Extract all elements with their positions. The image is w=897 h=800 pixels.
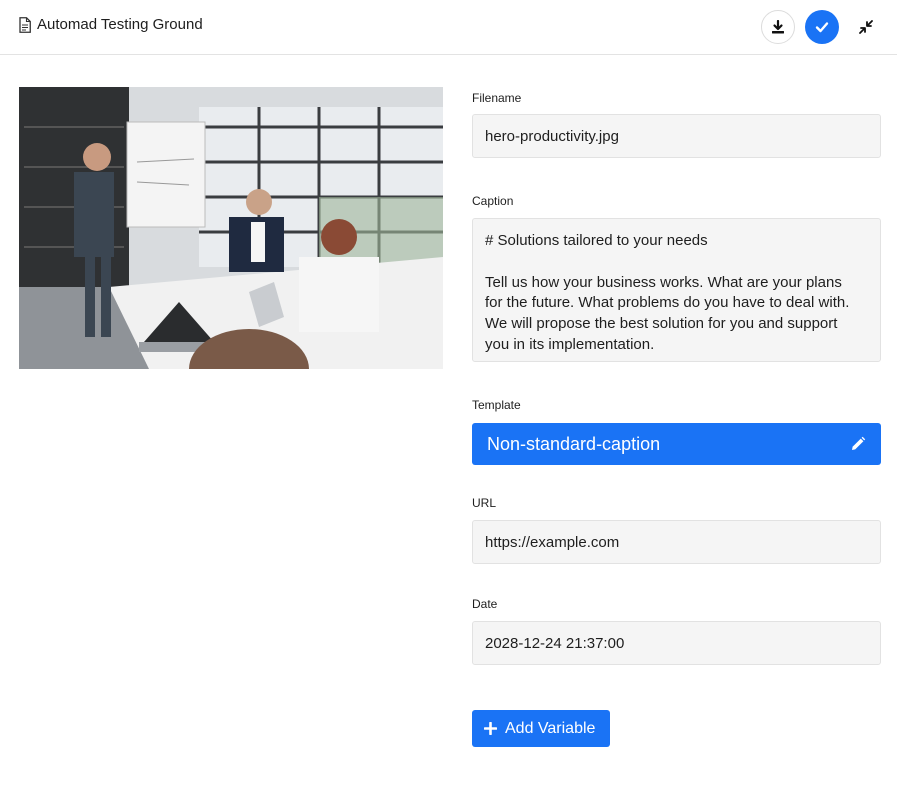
template-label: Template (472, 398, 521, 412)
document-icon (19, 16, 31, 33)
date-label: Date (472, 597, 498, 611)
save-button[interactable] (805, 10, 839, 44)
top-bar: Automad Testing Ground (0, 0, 897, 55)
compress-icon (859, 20, 873, 34)
check-icon (815, 22, 829, 33)
download-button[interactable] (761, 10, 795, 44)
collapse-button[interactable] (849, 10, 883, 44)
pencil-icon (852, 436, 866, 450)
caption-label: Caption (472, 194, 514, 208)
template-value: Non-standard-caption (487, 433, 661, 454)
page-title-group: Automad Testing Ground (19, 16, 203, 33)
plus-icon (484, 722, 497, 735)
filename-field[interactable]: hero-productivity.jpg (472, 114, 881, 158)
meeting-photo (19, 87, 443, 369)
url-label: URL (472, 496, 497, 510)
date-field[interactable]: 2028-12-24 21:37:00 (472, 621, 881, 665)
url-field[interactable]: https://example.com (472, 520, 881, 564)
add-variable-button[interactable]: Add Variable (472, 710, 610, 747)
page-title: Automad Testing Ground (37, 16, 203, 33)
image-preview[interactable] (19, 87, 443, 369)
download-icon (772, 20, 784, 34)
add-variable-label: Add Variable (505, 719, 596, 737)
filename-label: Filename (472, 91, 522, 105)
template-selector-button[interactable]: Non-standard-caption (472, 423, 881, 465)
caption-textarea[interactable]: # Solutions tailored to your needs Tell … (472, 218, 881, 362)
